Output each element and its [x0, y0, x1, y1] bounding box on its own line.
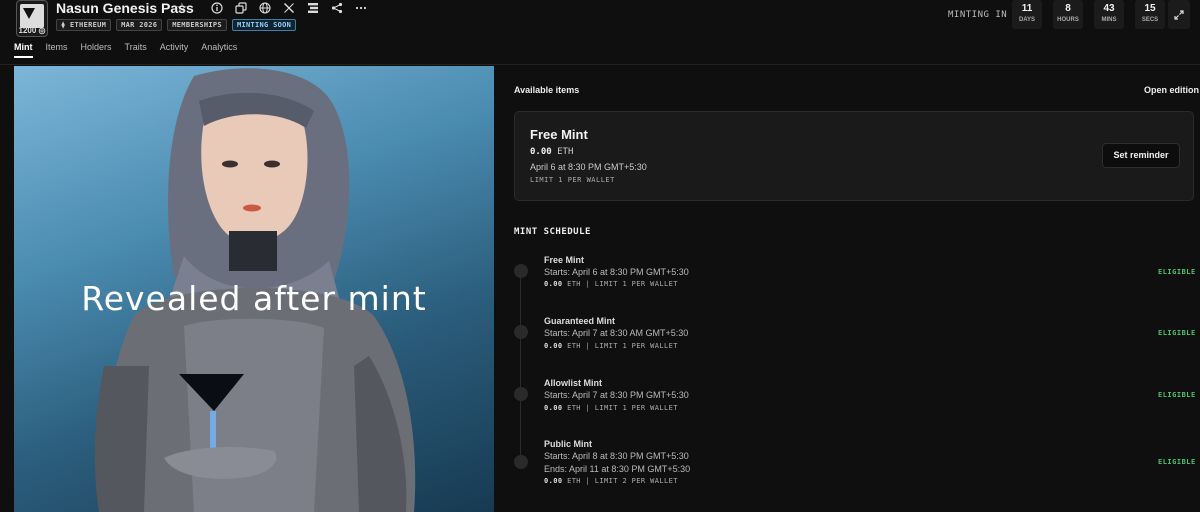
globe-icon[interactable] [258, 1, 272, 15]
phase-start: Starts: April 6 at 8:30 PM GMT+5:30 [544, 267, 689, 277]
mint-price: 0.00 ETH [530, 147, 574, 157]
schedule-phase-free: Free Mint Starts: April 6 at 8:30 PM GMT… [514, 255, 1200, 295]
phase-limit: 0.00 ETH | LIMIT 1 PER WALLET [544, 280, 678, 288]
phase-limit: 0.00 ETH | LIMIT 2 PER WALLET [544, 477, 678, 485]
countdown-value: 8 [1065, 3, 1071, 14]
edition-label: Open edition [1144, 85, 1199, 95]
countdown-mins: 43 MINS [1094, 0, 1124, 29]
eligible-badge: ELIGIBLE [1158, 329, 1196, 337]
eligible-badge: ELIGIBLE [1158, 268, 1196, 276]
phase-start: Starts: April 7 at 8:30 AM GMT+5:30 [544, 328, 689, 338]
tag-date: MAR 2026 [116, 19, 163, 31]
current-mint-card: Free Mint 0.00 ETH April 6 at 8:30 PM GM… [514, 111, 1194, 201]
countdown-days: 11 DAYS [1012, 0, 1042, 29]
copy-icon[interactable] [234, 1, 248, 15]
countdown-hours: 8 HOURS [1053, 0, 1083, 29]
set-reminder-button[interactable]: Set reminder [1102, 143, 1180, 168]
reveal-overlay-text: Revealed after mint [81, 279, 427, 318]
collection-tags: ⧫ ETHEREUM MAR 2026 MEMBERSHIPS MINTING … [56, 19, 297, 31]
eligible-badge: ELIGIBLE [1158, 391, 1196, 399]
info-icon[interactable] [210, 1, 224, 15]
countdown-value: 11 [1021, 3, 1033, 14]
countdown-unit: DAYS [1018, 17, 1036, 23]
tab-holders[interactable]: Holders [81, 42, 112, 58]
phase-end: Ends: April 11 at 8:30 PM GMT+5:30 [544, 464, 691, 474]
countdown-unit: HOURS [1057, 17, 1079, 23]
nft-artwork[interactable]: Revealed after mint [14, 66, 494, 512]
tab-traits[interactable]: Traits [125, 42, 147, 58]
countdown-value: 15 [1144, 3, 1156, 14]
phase-limit: 0.00 ETH | LIMIT 1 PER WALLET [544, 404, 678, 412]
timeline-dot [514, 387, 528, 401]
mint-page: 1200 ◎ Nasun Genesis Pass ☆ ⧫ ETHEREUM M… [0, 0, 1200, 512]
phase-name: Allowlist Mint [544, 378, 602, 388]
timeline-dot [514, 264, 528, 278]
tab-activity[interactable]: Activity [160, 42, 189, 58]
tab-items[interactable]: Items [46, 42, 68, 58]
phase-name: Free Mint [544, 255, 585, 265]
x-logo-icon[interactable] [282, 1, 296, 15]
countdown-label: MINTING IN [948, 10, 1008, 20]
expand-icon[interactable] [1168, 0, 1190, 29]
phase-limit: 0.00 ETH | LIMIT 1 PER WALLET [544, 342, 678, 350]
tab-mint[interactable]: Mint [14, 42, 33, 58]
phase-start: Starts: April 8 at 8:30 PM GMT+5:30 [544, 451, 689, 461]
countdown-secs: 15 SECS [1135, 0, 1165, 29]
available-items-label: Available items [514, 85, 580, 95]
mint-date: April 6 at 8:30 PM GMT+5:30 [530, 162, 647, 172]
share-icon[interactable] [330, 1, 344, 15]
schedule-phase-public: Public Mint Starts: April 8 at 8:30 PM G… [514, 439, 1200, 491]
mint-phase-title: Free Mint [530, 127, 588, 142]
more-icon[interactable] [354, 1, 368, 15]
phase-name: Guaranteed Mint [544, 316, 616, 326]
triangle-icon [23, 8, 35, 19]
countdown-unit: SECS [1141, 17, 1159, 23]
tag-minting-soon: MINTING SOON [231, 19, 297, 31]
header-icon-bar [210, 1, 368, 15]
collection-title: Nasun Genesis Pass [56, 0, 194, 16]
logo-count: 1200 ◎ [18, 26, 46, 35]
tag-category[interactable]: MEMBERSHIPS [167, 19, 227, 31]
phase-name: Public Mint [544, 439, 592, 449]
header-divider [0, 64, 1200, 65]
tab-bar: Mint Items Holders Traits Activity Analy… [14, 42, 250, 58]
schedule-phase-allowlist: Allowlist Mint Starts: April 7 at 8:30 P… [514, 378, 1200, 418]
countdown-value: 43 [1103, 3, 1115, 14]
eligible-badge: ELIGIBLE [1158, 458, 1196, 466]
favorite-star-icon[interactable]: ☆ [176, 0, 188, 16]
collection-header: 1200 ◎ Nasun Genesis Pass ☆ ⧫ ETHEREUM M… [0, 0, 1200, 64]
countdown-unit: MINS [1101, 17, 1117, 23]
mint-schedule-title: MINT SCHEDULE [514, 227, 591, 237]
tag-chain: ⧫ ETHEREUM [56, 19, 112, 31]
timeline-dot [514, 455, 528, 469]
schedule-timeline [520, 272, 521, 467]
phase-start: Starts: April 7 at 8:30 PM GMT+5:30 [544, 390, 689, 400]
schedule-phase-guaranteed: Guaranteed Mint Starts: April 7 at 8:30 … [514, 316, 1200, 356]
tab-analytics[interactable]: Analytics [201, 42, 237, 58]
collection-logo[interactable]: 1200 ◎ [16, 0, 48, 37]
timeline-dot [514, 325, 528, 339]
mint-limit: LIMIT 1 PER WALLET [530, 176, 615, 184]
stack-icon[interactable] [306, 1, 320, 15]
